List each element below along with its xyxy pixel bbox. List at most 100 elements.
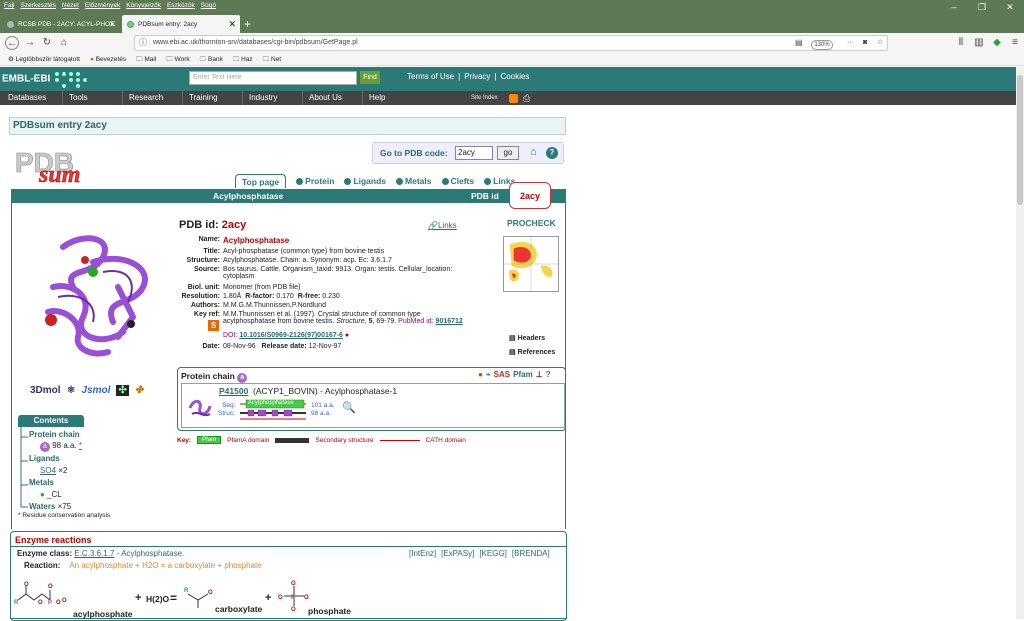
nav-industry[interactable]: Industry [242, 91, 277, 105]
uniprot-icon[interactable]: ⌁ [486, 370, 491, 379]
help-icon[interactable]: ? [546, 147, 558, 159]
nav-help[interactable]: Help [362, 91, 385, 105]
print-icon[interactable]: ⎙ [523, 93, 530, 104]
procheck-link[interactable]: PROCHECK [507, 218, 556, 228]
doi-icon[interactable]: ● [345, 332, 349, 339]
ramachandran-plot-image[interactable] [503, 236, 559, 292]
references-link[interactable]: ▤ References [509, 348, 555, 356]
contents-waters[interactable]: Waters ×75 [29, 502, 71, 511]
conservation-star-link[interactable]: * [79, 441, 82, 450]
menu-file[interactable]: Fájl [4, 0, 14, 11]
close-window-icon[interactable]: ✕ [996, 0, 1024, 14]
bookmark-bank[interactable]: 🗀 Bank [200, 53, 223, 65]
chain-a-icon[interactable]: a [237, 373, 248, 383]
pubmed-link[interactable]: 9016712 [436, 318, 463, 325]
contents-ligands[interactable]: Ligands [29, 454, 60, 463]
home-icon[interactable]: ⌂ [57, 36, 71, 50]
new-tab-icon[interactable]: + [244, 15, 251, 34]
extension-icon[interactable]: ◆ [990, 36, 1004, 50]
bookmark-net[interactable]: 🗀 Net [263, 53, 281, 65]
reload-icon[interactable]: ↻ [40, 36, 54, 50]
sidebar-icon[interactable]: ▥ [972, 36, 986, 50]
menu-history[interactable]: Előzmények [85, 0, 120, 11]
find-button[interactable]: Find [360, 71, 380, 84]
tab-metals[interactable]: Metals [396, 174, 432, 188]
pdb-code-input[interactable]: 2acy [455, 146, 493, 160]
privacy-link[interactable]: Privacy [464, 72, 490, 81]
magnifier-icon[interactable]: 🔍 [342, 401, 356, 414]
minimize-icon[interactable]: – [940, 0, 968, 14]
tab-rcsb[interactable]: RCSB PDB - 2ACY: ACYL-PHOS ✕ [2, 15, 120, 34]
menu-view[interactable]: Nézet [62, 0, 79, 11]
jmol-orange-icon[interactable]: ✤ [135, 385, 143, 396]
bookmark-intro[interactable]: ● Bevezetés [90, 53, 126, 65]
jmol-green-icon[interactable]: ✣ [116, 385, 129, 396]
reader-view-icon[interactable]: ▤ [795, 36, 803, 50]
contents-metals[interactable]: Metals [29, 478, 54, 487]
ensembl-icon[interactable]: ● [478, 370, 483, 379]
molecule-icon[interactable]: ⚛ [67, 385, 76, 396]
nav-training[interactable]: Training [182, 91, 218, 105]
menu-edit[interactable]: Szerkesztés [20, 0, 55, 11]
nav-tools[interactable]: Tools [62, 91, 88, 105]
contents-protein-chain[interactable]: Protein chain [29, 430, 80, 439]
nav-about[interactable]: About Us [302, 91, 342, 105]
contents-so4[interactable]: SO4 ×2 [40, 466, 67, 475]
forward-icon[interactable]: → [23, 36, 37, 50]
help-small-icon[interactable]: ? [546, 370, 551, 379]
home-icon[interactable]: ⌂ [530, 146, 537, 158]
close-tab-icon[interactable]: ✕ [228, 15, 236, 34]
bookmark-mail[interactable]: 🗀 Mail [136, 53, 156, 65]
go-button[interactable]: go [497, 146, 519, 160]
pocket-icon[interactable]: ◙ [863, 36, 867, 50]
zoom-badge[interactable]: 130% [811, 40, 833, 50]
ec-link[interactable]: E.C.3.6.1.7 [74, 549, 114, 558]
tab-ligands[interactable]: Ligands [344, 174, 386, 188]
nav-databases[interactable]: Databases [2, 91, 46, 105]
tab-top-page[interactable]: Top page [235, 174, 287, 188]
bookmark-work[interactable]: 🗀 Work [166, 53, 189, 65]
bookmark-most-visited[interactable]: ⚙ Legtöbbször látogatott [8, 53, 80, 65]
uniprot-accession-link[interactable]: P41500 [219, 386, 248, 396]
tab-clefts[interactable]: Clefts [441, 174, 474, 188]
ebi-search-input[interactable]: Enter Text Here [189, 71, 357, 85]
menu-bookmarks[interactable]: Könyvjelzők [126, 0, 161, 11]
doi-link[interactable]: 10.1016/S0969-2126(97)00167-6 [239, 332, 343, 339]
pdbsum-logo[interactable]: PDB sum [13, 146, 109, 186]
sas-icon[interactable]: SAS [494, 370, 510, 379]
scholar-icon[interactable]: S [208, 320, 219, 331]
terms-link[interactable]: Terms of Use [407, 72, 454, 81]
expasy-link[interactable]: [ExPASy] [441, 549, 474, 558]
tab-pdbsum[interactable]: PDBsum entry: 2acy ✕ [122, 15, 240, 34]
so4-link[interactable]: SO4 [40, 466, 56, 475]
cookies-link[interactable]: Cookies [501, 72, 530, 81]
close-tab-icon[interactable]: ✕ [108, 15, 116, 34]
hamburger-menu-icon[interactable]: ≡ [1008, 36, 1022, 50]
ebi-logo[interactable]: EMBL-EBI [2, 70, 89, 89]
links-link[interactable]: 🔗Links [428, 221, 457, 230]
bookmark-star-icon[interactable]: ☆ [877, 36, 883, 50]
jsmol-button[interactable]: Jsmol [82, 385, 111, 396]
bookmark-haz[interactable]: 🗀 Haz [233, 53, 253, 65]
tab-protein[interactable]: Protein [296, 174, 334, 188]
nav-research[interactable]: Research [122, 91, 163, 105]
3dmol-button[interactable]: 3Dmol [30, 385, 61, 396]
headers-link[interactable]: ▤ Headers [509, 334, 545, 342]
library-icon[interactable]: ⫴ [954, 36, 968, 50]
url-bar[interactable]: ⓘ www.ebi.ac.uk/thornton-srv/databases/c… [134, 35, 888, 51]
restore-icon[interactable]: ❐ [968, 0, 996, 14]
pfam-icon[interactable]: Pfam [513, 370, 533, 379]
protein-structure-image[interactable] [33, 227, 158, 362]
chain-thumbnail-image[interactable] [186, 394, 214, 420]
page-actions-icon[interactable]: ··· [847, 36, 854, 50]
info-icon[interactable]: ⓘ [139, 36, 147, 50]
site-index-link[interactable]: Site Index [471, 91, 498, 105]
back-icon[interactable]: ← [5, 36, 19, 50]
intenz-link[interactable]: [IntEnz] [409, 549, 436, 558]
menu-help[interactable]: Súgó [201, 0, 216, 11]
kegg-link[interactable]: [KEGG] [479, 549, 507, 558]
rss-icon[interactable] [509, 94, 518, 103]
brenda-link[interactable]: [BRENDA] [512, 549, 550, 558]
tree-icon[interactable]: ⊥ [536, 370, 543, 379]
contents-cl[interactable]: ● _CL [40, 490, 62, 499]
